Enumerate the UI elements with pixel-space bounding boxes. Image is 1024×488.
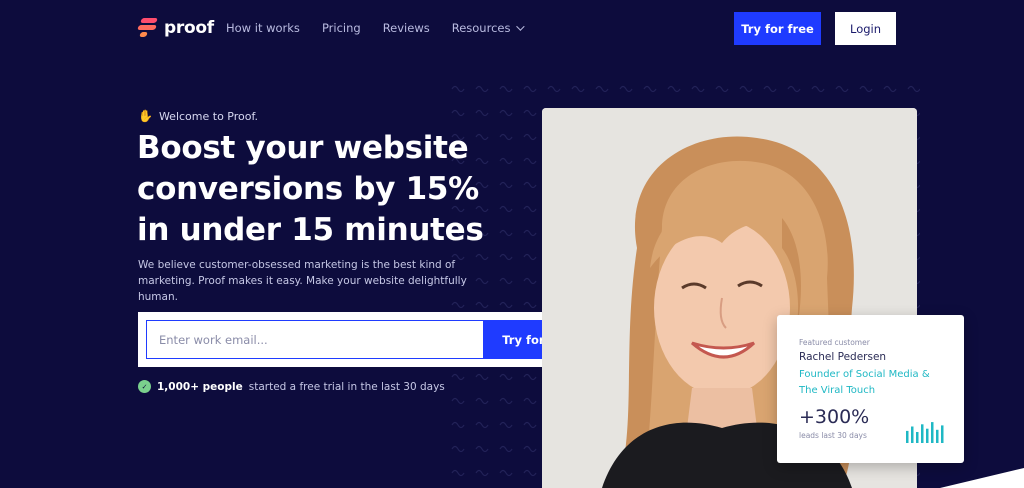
card-customer-role: Founder of Social Media & The Viral Touc…	[799, 369, 930, 396]
welcome-line: ✋ Welcome to Proof.	[138, 109, 258, 123]
nav-links: How it works Pricing Reviews Resources	[226, 21, 526, 35]
social-proof: ✓ 1,000+ people started a free trial in …	[138, 380, 445, 393]
logo-text: proof	[164, 18, 214, 38]
card-customer-name: Rachel Pedersen	[799, 351, 887, 363]
card-featured-label: Featured customer	[799, 338, 870, 347]
hero-subtext: We believe customer-obsessed marketing i…	[138, 259, 467, 303]
social-proof-text: started a free trial in the last 30 days	[248, 380, 445, 393]
email-input[interactable]	[146, 320, 484, 359]
featured-customer-card: Featured customer Rachel Pedersen Founde…	[777, 315, 964, 463]
social-proof-count: 1,000+ people	[157, 380, 243, 393]
signup-form: Try for free	[138, 312, 602, 367]
hero-headline: Boost your website conversions by 15% in…	[137, 130, 484, 248]
nav-item-pricing[interactable]: Pricing	[322, 21, 361, 35]
proof-logo-icon	[137, 17, 158, 39]
mini-bar	[926, 428, 929, 443]
corner-decoration	[940, 468, 1024, 488]
mini-bar	[911, 426, 914, 443]
mini-bar	[921, 424, 924, 443]
nav-item-resources-label: Resources	[451, 21, 511, 35]
check-badge-icon: ✓	[138, 380, 151, 393]
top-nav: proof How it works Pricing Reviews Resou…	[0, 0, 1024, 56]
card-stat-label: leads last 30 days	[799, 431, 867, 440]
logo[interactable]: proof	[137, 17, 214, 39]
bar-chart-icon	[906, 422, 944, 443]
nav-item-reviews[interactable]: Reviews	[383, 21, 430, 35]
mini-bar	[906, 430, 909, 443]
nav-item-resources[interactable]: Resources	[451, 21, 526, 35]
mini-bar	[931, 422, 934, 443]
mini-bar	[936, 429, 939, 443]
mini-bar	[916, 432, 919, 443]
welcome-text: Welcome to Proof.	[158, 109, 259, 123]
nav-item-how-it-works[interactable]: How it works	[226, 21, 300, 35]
try-for-free-nav-button[interactable]: Try for free	[734, 12, 821, 45]
card-stat-value: +300%	[799, 406, 870, 428]
login-button[interactable]: Login	[835, 12, 896, 45]
waving-hand-icon: ✋	[138, 109, 153, 123]
chevron-down-icon	[516, 22, 526, 31]
